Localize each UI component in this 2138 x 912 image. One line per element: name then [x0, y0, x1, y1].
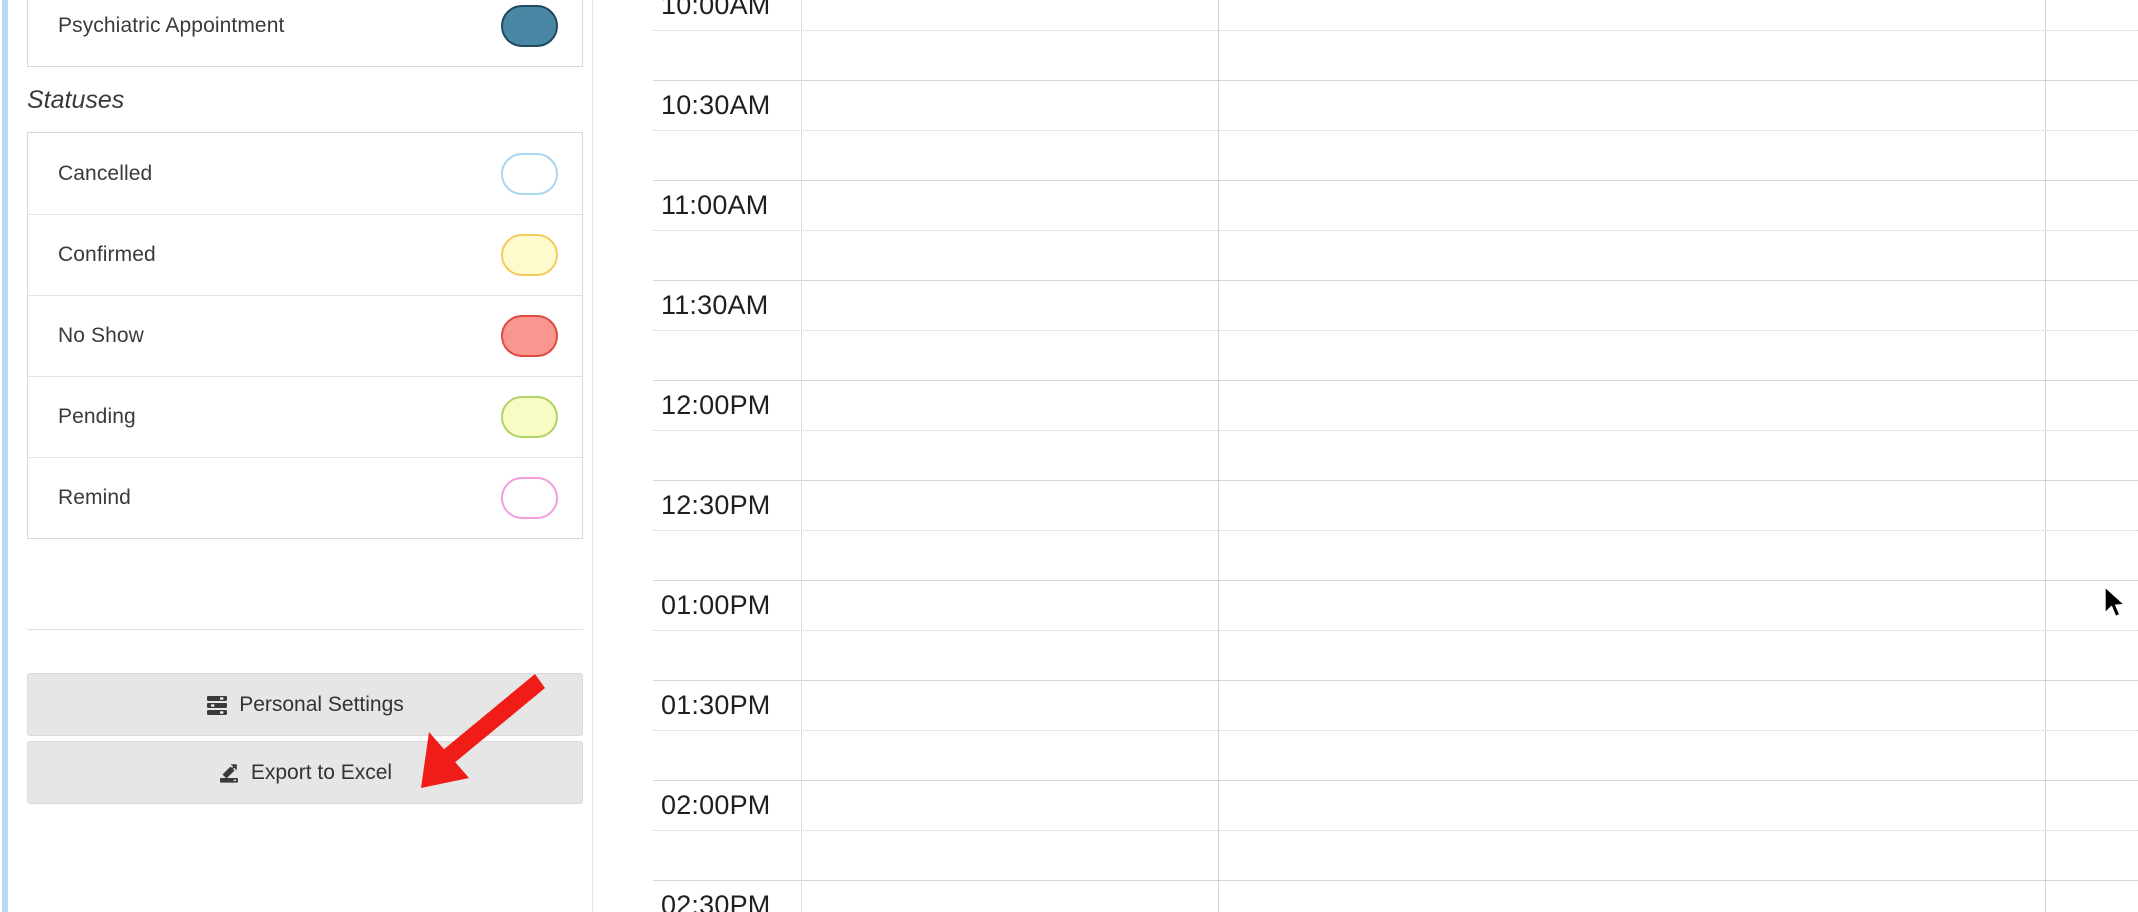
- sliders-icon: [206, 694, 228, 716]
- export-icon: [218, 762, 240, 784]
- calendar-column-divider: [2045, 0, 2046, 912]
- calendar-rows-container: 10:00AM 10:30AM 11:00AM 11:30AM 12:00PM 12:30…: [653, 0, 2138, 912]
- calendar-hour-row[interactable]: 02:00PM: [653, 781, 2138, 881]
- status-label: Confirmed: [58, 243, 156, 266]
- calendar-hour-row[interactable]: 10:30AM: [653, 81, 2138, 181]
- time-slot-label: 12:30PM: [661, 490, 771, 520]
- status-label: Pending: [58, 405, 136, 428]
- personal-settings-label: Personal Settings: [239, 692, 404, 716]
- calendar-hour-row[interactable]: 01:30PM: [653, 681, 2138, 781]
- time-slot-label: 12:00PM: [661, 390, 771, 420]
- statuses-section-title: Statuses: [27, 86, 125, 114]
- export-to-excel-button[interactable]: Export to Excel: [27, 741, 583, 804]
- sidebar-panel: Psychiatric Appointment Statuses Cancell…: [8, 0, 593, 912]
- status-label: Cancelled: [58, 161, 153, 185]
- status-pill-icon[interactable]: [501, 315, 558, 357]
- status-pill-icon[interactable]: [501, 396, 558, 438]
- sidebar-divider: [27, 629, 583, 630]
- screen-root: Psychiatric Appointment Statuses Cancell…: [0, 0, 2138, 912]
- appointment-types-panel: Psychiatric Appointment: [27, 0, 583, 67]
- time-slot-label: 02:00PM: [661, 790, 771, 820]
- status-row[interactable]: Confirmed: [28, 214, 582, 295]
- status-row[interactable]: Cancelled: [28, 133, 582, 214]
- calendar-hour-row[interactable]: 12:00PM: [653, 381, 2138, 481]
- status-label: Remind: [58, 486, 131, 509]
- calendar-hour-row[interactable]: 11:30AM: [653, 281, 2138, 381]
- status-label: No Show: [58, 324, 144, 347]
- status-pill-icon[interactable]: [501, 234, 558, 276]
- calendar-hour-row[interactable]: 10:00AM: [653, 0, 2138, 81]
- calendar-column-divider: [1218, 0, 1219, 912]
- calendar-hour-row[interactable]: 12:30PM: [653, 481, 2138, 581]
- calendar-column-divider: [801, 0, 802, 912]
- status-pill-icon[interactable]: [501, 4, 558, 47]
- appointment-type-label: Psychiatric Appointment: [58, 13, 285, 37]
- statuses-panel: Cancelled Confirmed No Show Pending Remind: [27, 132, 583, 539]
- status-pill-icon[interactable]: [501, 477, 558, 519]
- export-to-excel-label: Export to Excel: [250, 760, 393, 784]
- personal-settings-button[interactable]: Personal Settings: [27, 673, 583, 736]
- appointment-type-row[interactable]: Psychiatric Appointment: [28, 0, 582, 66]
- status-row[interactable]: Remind: [28, 457, 582, 538]
- status-row[interactable]: No Show: [28, 295, 582, 376]
- time-slot-label: 11:00AM: [661, 190, 769, 220]
- calendar-hour-row[interactable]: 11:00AM: [653, 181, 2138, 281]
- time-slot-label: 11:30AM: [661, 290, 769, 320]
- calendar-grid[interactable]: 10:00AM 10:30AM 11:00AM 11:30AM 12:00PM 12:30…: [653, 0, 2138, 912]
- time-slot-label: 01:30PM: [661, 690, 771, 720]
- time-slot-label: 01:00PM: [661, 590, 771, 620]
- time-slot-label: 10:00AM: [661, 0, 771, 20]
- status-row[interactable]: Pending: [28, 376, 582, 457]
- status-pill-icon[interactable]: [501, 152, 558, 195]
- calendar-hour-row[interactable]: 01:00PM: [653, 581, 2138, 681]
- time-slot-label: 10:30AM: [661, 90, 771, 120]
- calendar-hour-row[interactable]: 02:30PM: [653, 881, 2138, 912]
- time-slot-label: 02:30PM: [661, 890, 771, 912]
